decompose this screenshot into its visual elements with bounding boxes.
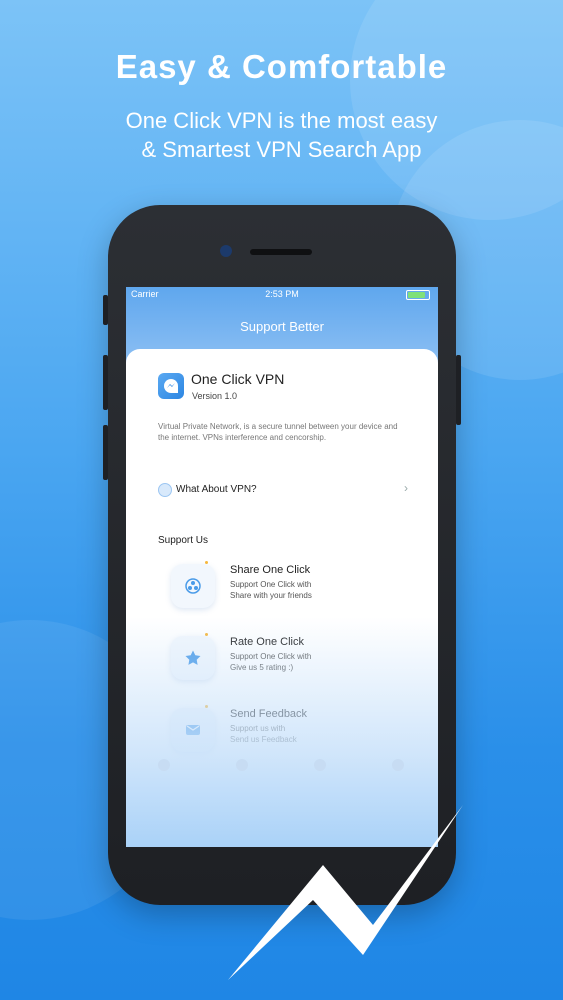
phone-screen: Carrier 2:53 PM Support Better One Click… [126, 287, 438, 847]
badge-dot [205, 561, 208, 564]
subline: One Click VPN is the most easy & Smartes… [0, 106, 563, 164]
subline-line-2: & Smartest VPN Search App [141, 137, 422, 162]
lightning-bolt-icon [228, 805, 463, 980]
mail-icon [171, 708, 215, 752]
support-item-title: Share One Click [230, 564, 311, 576]
support-item-subtitle: Support One Click with Give us 5 rating … [230, 651, 390, 673]
app-logo-icon [158, 373, 184, 399]
support-item-subtitle: Support us with Send us Feedback [230, 723, 390, 745]
tab-bar-icon[interactable] [314, 759, 326, 771]
support-item-subtitle: Support One Click with Share with your f… [230, 579, 390, 601]
app-name: One Click VPN [191, 371, 285, 387]
app-version: Version 1.0 [192, 391, 238, 401]
phone-side-button [103, 425, 108, 480]
camera-icon [220, 245, 232, 257]
speaker-grill [250, 249, 312, 255]
promo-page: Easy & Comfortable One Click VPN is the … [0, 0, 563, 1000]
tab-bar-icon[interactable] [392, 759, 404, 771]
support-item-title: Rate One Click [230, 636, 304, 648]
phone-side-button [456, 355, 461, 425]
support-item-rate[interactable]: Rate One Click Support One Click with Gi… [171, 633, 411, 682]
support-item-share[interactable]: Share One Click Support One Click with S… [171, 561, 411, 610]
badge-dot [205, 633, 208, 636]
content-card: One Click VPN Version 1.0 Virtual Privat… [126, 349, 438, 847]
phone-side-button [103, 295, 108, 325]
phone-frame: Carrier 2:53 PM Support Better One Click… [103, 205, 461, 905]
support-item-line2: Give us 5 rating :) [230, 663, 294, 672]
badge-dot [205, 705, 208, 708]
headline: Easy & Comfortable [115, 48, 448, 85]
status-time: 2:53 PM [265, 289, 299, 299]
app-description: Virtual Private Network, is a secure tun… [158, 422, 398, 442]
shield-icon [158, 483, 172, 497]
subline-line-1: One Click VPN is the most easy [125, 108, 438, 133]
battery-icon [406, 290, 430, 300]
chevron-right-icon: › [404, 481, 408, 495]
support-item-line1: Support One Click with [230, 580, 312, 589]
support-item-line1: Support One Click with [230, 652, 312, 661]
share-icon [171, 564, 215, 608]
support-item-title: Send Feedback [230, 708, 308, 720]
nav-title: Support Better [240, 319, 324, 334]
support-item-line1: Support us with [230, 724, 286, 733]
what-about-vpn-label: What About VPN? [176, 484, 257, 495]
tab-bar-icon[interactable] [158, 759, 170, 771]
support-item-line2: Send us Feedback [230, 735, 297, 744]
phone-side-button [103, 355, 108, 410]
what-about-vpn-row[interactable]: What About VPN? › [158, 481, 408, 498]
support-item-line2: Share with your friends [230, 591, 312, 600]
status-bar: Carrier 2:53 PM [126, 287, 438, 301]
support-item-feedback[interactable]: Send Feedback Support us with Send us Fe… [171, 705, 411, 754]
tab-bar-icon[interactable] [236, 759, 248, 771]
support-heading: Support Us [158, 535, 209, 546]
star-icon [171, 636, 215, 680]
